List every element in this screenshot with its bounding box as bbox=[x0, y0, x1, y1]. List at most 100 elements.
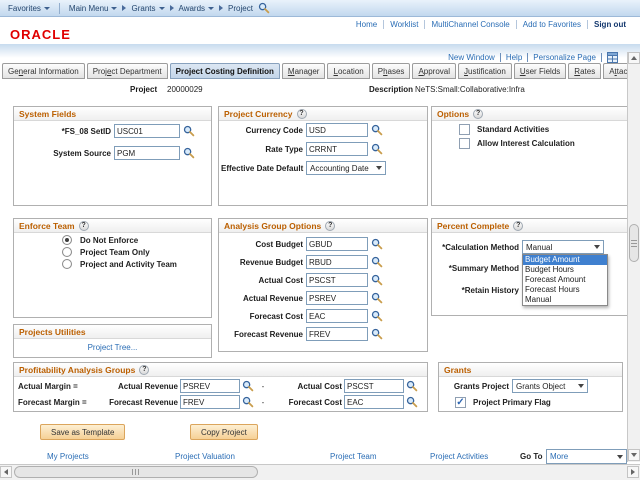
forecast-cost-lookup-icon[interactable] bbox=[406, 396, 418, 408]
sign-out-link[interactable]: Sign out bbox=[594, 20, 626, 29]
help-icon[interactable]: ? bbox=[139, 365, 149, 375]
personalize-layout-icon[interactable] bbox=[607, 52, 618, 63]
menu-awards[interactable]: Awards bbox=[179, 4, 215, 13]
help-icon[interactable]: ? bbox=[297, 109, 307, 119]
search-icon[interactable] bbox=[258, 2, 270, 14]
forecast-cost-lookup-icon[interactable] bbox=[371, 310, 383, 322]
forecast-cost-input[interactable] bbox=[344, 395, 404, 409]
arrow-up-icon bbox=[631, 56, 637, 60]
do-not-enforce-radio[interactable] bbox=[62, 235, 72, 245]
revenue-budget-lookup-icon[interactable] bbox=[371, 256, 383, 268]
vertical-scrollbar[interactable] bbox=[627, 52, 640, 462]
option-forecast-amount[interactable]: Forecast Amount bbox=[523, 275, 607, 285]
save-as-template-button[interactable]: Save as Template bbox=[40, 424, 125, 440]
multichannel-console-link[interactable]: MultiChannel Console bbox=[431, 20, 509, 29]
actual-revenue-lookup-icon[interactable] bbox=[371, 292, 383, 304]
project-valuation-link[interactable]: Project Valuation bbox=[175, 452, 235, 461]
project-tree-link[interactable]: Project Tree... bbox=[88, 343, 138, 352]
allow-interest-row: Allow Interest Calculation bbox=[432, 138, 627, 149]
actual-revenue-lookup-icon[interactable] bbox=[242, 380, 254, 392]
actual-cost-input[interactable] bbox=[306, 273, 368, 287]
new-window-link[interactable]: New Window bbox=[448, 53, 495, 62]
description-value: NeTS:Small:Collaborative:Infra bbox=[415, 85, 525, 94]
main-menu[interactable]: Main Menu bbox=[69, 4, 118, 13]
grants-project-select[interactable]: Grants Object bbox=[512, 379, 588, 393]
revenue-budget-input[interactable] bbox=[306, 255, 368, 269]
worklist-link[interactable]: Worklist bbox=[390, 20, 418, 29]
project-team-only-radio[interactable] bbox=[62, 247, 72, 257]
tab-user-fields[interactable]: User Fields bbox=[514, 63, 566, 79]
effective-date-select[interactable]: Accounting Date bbox=[306, 161, 386, 175]
help-icon[interactable]: ? bbox=[513, 221, 523, 231]
scroll-down-button[interactable] bbox=[628, 449, 640, 461]
tab-project-department[interactable]: Project Department bbox=[87, 63, 168, 79]
system-source-input[interactable] bbox=[114, 146, 180, 160]
goto-select[interactable]: More bbox=[546, 449, 627, 464]
home-link[interactable]: Home bbox=[356, 20, 377, 29]
cost-budget-input[interactable] bbox=[306, 237, 368, 251]
my-projects-link[interactable]: My Projects bbox=[47, 452, 89, 461]
vertical-scrollbar-thumb[interactable] bbox=[629, 224, 639, 262]
grip-icon bbox=[132, 469, 140, 475]
chevron-down-icon bbox=[594, 245, 600, 249]
forecast-revenue-input[interactable] bbox=[306, 327, 368, 341]
option-budget-hours[interactable]: Budget Hours bbox=[523, 265, 607, 275]
scroll-left-button[interactable] bbox=[0, 466, 12, 478]
actual-cost-input[interactable] bbox=[344, 379, 404, 393]
project-activity-team-label: Project and Activity Team bbox=[80, 260, 177, 269]
do-not-enforce-row: Do Not Enforce bbox=[14, 235, 211, 245]
calculation-method-select[interactable]: Manual bbox=[522, 240, 604, 254]
project-primary-flag-label: Project Primary Flag bbox=[473, 398, 551, 407]
horizontal-scrollbar-thumb[interactable] bbox=[14, 466, 258, 478]
project-primary-flag-checkbox[interactable] bbox=[455, 397, 466, 408]
personalize-page-link[interactable]: Personalize Page bbox=[533, 53, 596, 62]
description-label: Description bbox=[369, 85, 413, 94]
actual-revenue-input[interactable] bbox=[180, 379, 240, 393]
setid-lookup-icon[interactable] bbox=[183, 125, 195, 137]
horizontal-scrollbar[interactable] bbox=[0, 464, 640, 480]
cost-budget-lookup-icon[interactable] bbox=[371, 238, 383, 250]
forecast-revenue-input[interactable] bbox=[180, 395, 240, 409]
tab-location[interactable]: Location bbox=[327, 63, 369, 79]
tab-approval[interactable]: Approval bbox=[412, 63, 456, 79]
scroll-right-button[interactable] bbox=[627, 466, 639, 478]
rate-type-input[interactable] bbox=[306, 142, 368, 156]
help-icon[interactable]: ? bbox=[325, 221, 335, 231]
forecast-revenue-lookup-icon[interactable] bbox=[371, 328, 383, 340]
help-icon[interactable]: ? bbox=[79, 221, 89, 231]
tab-general-information[interactable]: General Information bbox=[2, 63, 85, 79]
tab-rates[interactable]: Rates bbox=[568, 63, 601, 79]
forecast-cost-row: Forecast Cost bbox=[219, 309, 427, 323]
system-source-lookup-icon[interactable] bbox=[183, 147, 195, 159]
project-team-link[interactable]: Project Team bbox=[330, 452, 377, 461]
tab-justification[interactable]: Justification bbox=[458, 63, 512, 79]
currency-code-lookup-icon[interactable] bbox=[371, 124, 383, 136]
tab-phases[interactable]: Phases bbox=[372, 63, 411, 79]
standard-activities-checkbox[interactable] bbox=[459, 124, 470, 135]
do-not-enforce-label: Do Not Enforce bbox=[80, 236, 138, 245]
allow-interest-checkbox[interactable] bbox=[459, 138, 470, 149]
help-icon[interactable]: ? bbox=[473, 109, 483, 119]
actual-revenue-input[interactable] bbox=[306, 291, 368, 305]
rate-type-lookup-icon[interactable] bbox=[371, 143, 383, 155]
option-manual[interactable]: Manual bbox=[523, 295, 607, 305]
actual-cost-lookup-icon[interactable] bbox=[371, 274, 383, 286]
menu-grants[interactable]: Grants bbox=[131, 4, 164, 13]
tab-project-costing-definition[interactable]: Project Costing Definition bbox=[170, 63, 280, 79]
option-budget-amount[interactable]: Budget Amount bbox=[523, 255, 607, 265]
option-forecast-hours[interactable]: Forecast Hours bbox=[523, 285, 607, 295]
add-to-favorites-link[interactable]: Add to Favorites bbox=[523, 20, 581, 29]
forecast-cost-input[interactable] bbox=[306, 309, 368, 323]
project-activities-link[interactable]: Project Activities bbox=[430, 452, 488, 461]
currency-code-input[interactable] bbox=[306, 123, 368, 137]
divider bbox=[383, 20, 384, 29]
tab-manager[interactable]: Manager bbox=[282, 63, 326, 79]
forecast-revenue-lookup-icon[interactable] bbox=[242, 396, 254, 408]
copy-project-button[interactable]: Copy Project bbox=[190, 424, 258, 440]
actual-cost-lookup-icon[interactable] bbox=[406, 380, 418, 392]
setid-input[interactable] bbox=[114, 124, 180, 138]
project-activity-team-radio[interactable] bbox=[62, 259, 72, 269]
help-link[interactable]: Help bbox=[506, 53, 522, 62]
scroll-up-button[interactable] bbox=[628, 52, 640, 64]
favorites-menu[interactable]: Favorites bbox=[8, 4, 50, 13]
